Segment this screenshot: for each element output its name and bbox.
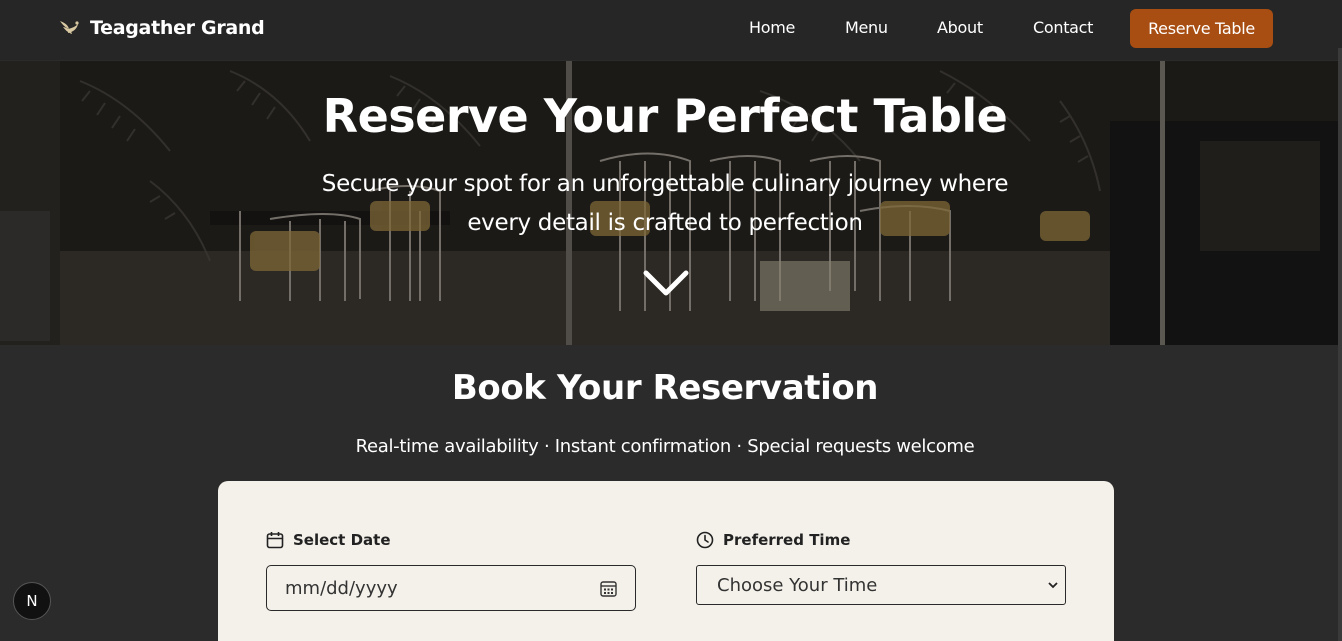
hero-banner: Reserve Your Perfect Table Secure your s… xyxy=(0,61,1338,345)
chevron-down-icon[interactable] xyxy=(642,267,690,301)
nav-about-link[interactable]: About xyxy=(937,18,983,37)
nav-contact-link[interactable]: Contact xyxy=(1033,18,1093,37)
select-date-label: Select Date xyxy=(266,531,391,549)
nav-menu-link[interactable]: Menu xyxy=(845,18,888,37)
calendar-picker-icon[interactable] xyxy=(600,580,617,597)
page-scrollbar[interactable] xyxy=(1338,48,1342,641)
nav-home-link[interactable]: Home xyxy=(749,18,795,37)
preferred-time-label-text: Preferred Time xyxy=(723,531,851,549)
clock-icon xyxy=(696,531,714,549)
calendar-icon xyxy=(266,532,284,549)
brand[interactable]: Teagather Grand xyxy=(56,15,265,41)
time-select[interactable]: Choose Your Time xyxy=(696,565,1066,605)
reserve-table-button[interactable]: Reserve Table xyxy=(1130,9,1273,48)
reservation-subtitle: Real-time availability · Instant confirm… xyxy=(355,436,975,457)
time-select-value: Choose Your Time xyxy=(717,574,878,596)
hero-title: Reserve Your Perfect Table xyxy=(322,89,1008,143)
brand-name: Teagather Grand xyxy=(90,17,265,39)
reservation-form-card: Select Date Preferred Time mm/dd/yyyy Ch… xyxy=(218,481,1114,641)
preferred-time-label: Preferred Time xyxy=(696,531,850,549)
hero-subtitle: Secure your spot for an unforgettable cu… xyxy=(321,171,1009,236)
date-input-placeholder: mm/dd/yyyy xyxy=(285,577,398,599)
navbar: Teagather Grand Home Menu About Contact … xyxy=(0,0,1342,60)
select-date-label-text: Select Date xyxy=(293,531,391,549)
date-input[interactable]: mm/dd/yyyy xyxy=(266,565,636,611)
bird-logo-icon xyxy=(60,21,79,34)
reservation-title: Book Your Reservation xyxy=(451,368,879,408)
dev-tools-badge[interactable]: N xyxy=(13,582,51,620)
chevron-down-icon xyxy=(1048,582,1058,589)
